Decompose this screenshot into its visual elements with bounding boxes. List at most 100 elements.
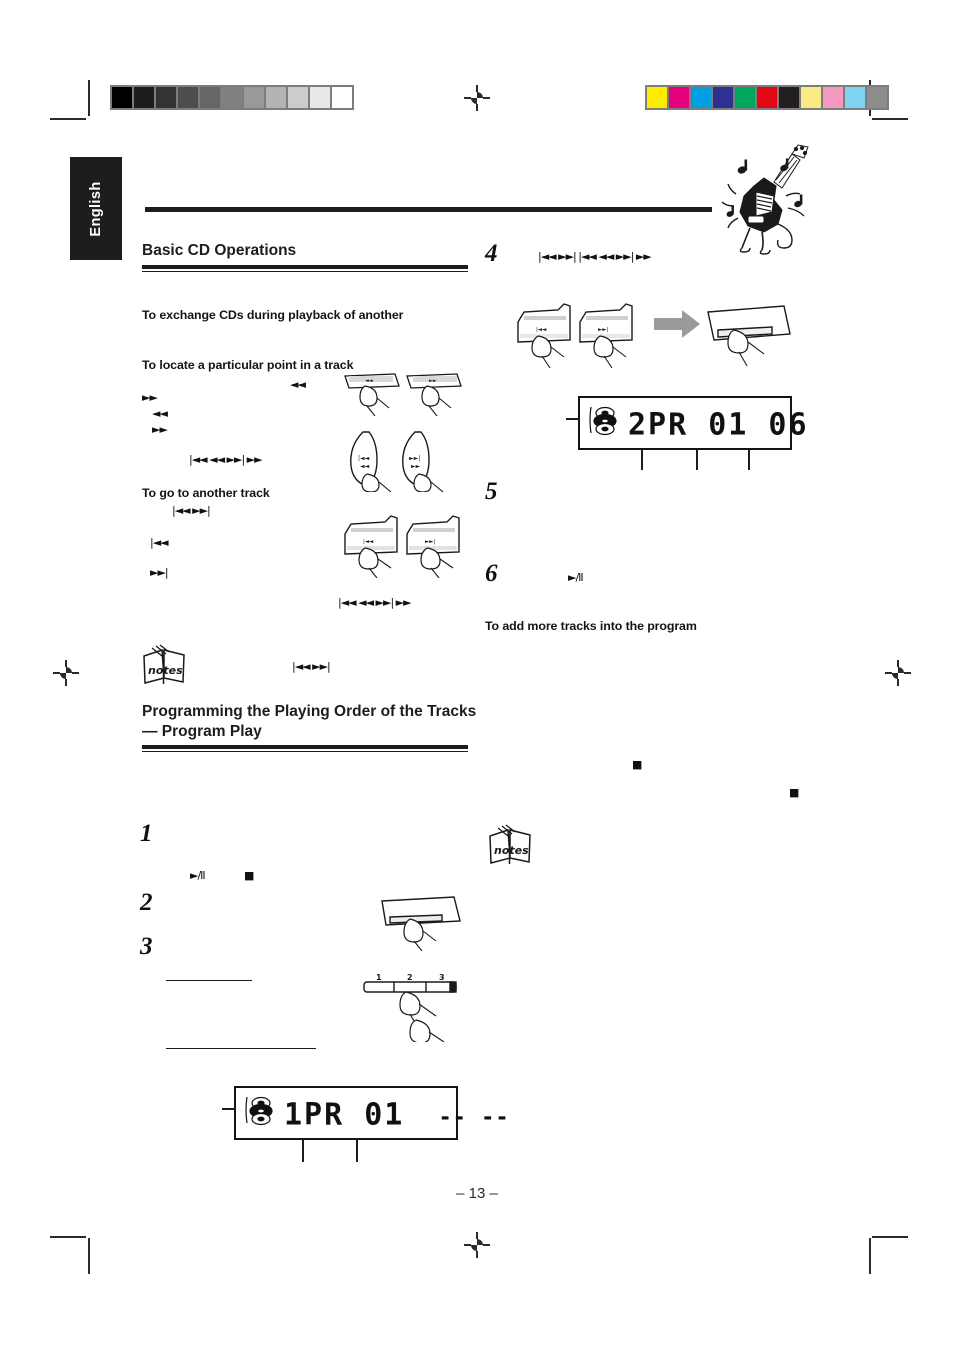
glyph-rewind-indent: ◄◄: [290, 378, 306, 391]
glyph-rewind-2: ◄◄: [152, 407, 168, 420]
color-patch-7: [801, 87, 821, 108]
notes-icon-label: notes: [494, 844, 529, 857]
color-patch-1: [669, 87, 689, 108]
svg-text:|◄◄: |◄◄: [536, 327, 547, 333]
svg-text:►►: ►►: [411, 463, 421, 470]
skip-to-program-illustration: |◄◄ ►►|: [506, 302, 794, 380]
lcd-leader-line-2c: [748, 450, 750, 470]
cd-changer-icon: [588, 404, 622, 436]
glyph-transport-quad-2: |◄◄ ◄◄ ►►| ►►: [338, 596, 412, 609]
subheading-add-tracks: To add more tracks into the program: [485, 619, 697, 633]
svg-text:|◄◄: |◄◄: [358, 455, 370, 462]
subheading-locate-point: To locate a particular point in a track: [142, 358, 354, 372]
gray-patch-3: [178, 87, 198, 108]
front-panel-buttons-illustration: ◄◄ ►►: [341, 370, 465, 417]
title-rule-thin: [142, 271, 468, 273]
title-rule-thick: [142, 265, 468, 269]
trim-mark-bottom-right-v: [869, 1238, 871, 1274]
glyph-next-track: ►►|: [150, 566, 169, 579]
trim-mark-right-h: [872, 118, 908, 120]
page-number: – 13 –: [456, 1185, 498, 1202]
gray-patch-7: [266, 87, 286, 108]
color-patch-10: [867, 87, 887, 108]
glyph-play-pause-step6: ►/II: [568, 571, 584, 584]
program-section-title-line1: Programming the Playing Order of the Tra…: [142, 703, 477, 720]
program-button-illustration: [378, 895, 466, 952]
step-number-4: 4: [485, 240, 498, 267]
glyph-stop-right-2: ■: [789, 786, 799, 799]
glyph-fastforward-1: ►►: [142, 391, 158, 404]
color-patch-2: [691, 87, 711, 108]
lcd-leader-line-2a: [641, 450, 643, 470]
glyph-stop-right-1: ■: [632, 758, 642, 771]
trim-mark-top-left-v: [88, 80, 90, 116]
trim-mark-bottom-left-h: [50, 1236, 86, 1238]
notes-icon: notes: [486, 822, 534, 866]
notes-icon: notes: [140, 642, 188, 686]
step-number-1: 1: [140, 820, 153, 847]
glyph-stop-step1: ■: [244, 869, 254, 882]
language-tab: English: [70, 157, 122, 260]
glyph-track-pair: |◄◄ ►►|: [172, 504, 211, 517]
glyph-step4-transports: |◄◄ ►►| |◄◄ ◄◄ ►►| ►►: [538, 250, 652, 263]
color-patch-4: [735, 87, 755, 108]
language-tab-label: English: [88, 181, 104, 237]
svg-text:3: 3: [439, 973, 445, 982]
remote-skip-buttons-illustration: |◄◄ ◄◄ ►►| ►►: [345, 430, 467, 493]
blank-rule-a: [166, 980, 252, 982]
trim-mark-bottom-left-v: [88, 1238, 90, 1274]
front-panel-skip-buttons-illustration: |◄◄ ►►|: [341, 512, 467, 579]
glyph-transport-quad-1: |◄◄ ◄◄ ►►| ►►: [189, 453, 263, 466]
step-number-2: 2: [140, 889, 153, 916]
gray-patch-5: [222, 87, 242, 108]
lcd-leader-line-1b: [356, 1140, 358, 1162]
lcd-display-program-first: 1PR 01 -- --: [234, 1086, 509, 1140]
color-patch-3: [713, 87, 733, 108]
guitar-illustration: [712, 140, 824, 256]
svg-text:►►|: ►►|: [409, 455, 420, 462]
cd-changer-icon: [244, 1094, 278, 1126]
color-patch-0: [647, 87, 667, 108]
gray-patch-1: [134, 87, 154, 108]
color-patch-5: [757, 87, 777, 108]
grayscale-calibration-bar: [110, 85, 354, 110]
color-patch-6: [779, 87, 799, 108]
page-title: Basic CD Operations: [142, 242, 297, 259]
step-number-3: 3: [140, 933, 153, 960]
program-section-title-line2: — Program Play: [142, 723, 262, 740]
svg-text:►►|: ►►|: [425, 539, 435, 545]
manual-page: English Basic CD Operations To exchange …: [0, 0, 954, 1352]
header-rule: [145, 207, 712, 212]
lcd-text-program-second: 2PR 01 06: [628, 407, 809, 443]
glyph-fastforward-2: ►►: [152, 423, 168, 436]
gray-patch-9: [310, 87, 330, 108]
svg-text:◄◄: ◄◄: [365, 378, 373, 384]
gray-patch-10: [332, 87, 352, 108]
registration-mark-right: [885, 660, 911, 686]
gray-patch-6: [244, 87, 264, 108]
notes-icon-label: notes: [148, 664, 183, 677]
glyph-play-pause-step1: ►/II: [190, 869, 206, 882]
trim-mark-left-h: [50, 118, 86, 120]
arrow-right-icon: [654, 310, 700, 338]
svg-text:◄◄: ◄◄: [360, 463, 370, 470]
program-title-rule-thick: [142, 745, 468, 749]
gray-patch-2: [156, 87, 176, 108]
lcd-display-program-second: 2PR 01 06: [578, 396, 807, 450]
gray-patch-8: [288, 87, 308, 108]
lcd-dashes-program-first: -- --: [438, 1105, 510, 1131]
registration-mark-bottom: [464, 1232, 490, 1258]
color-patch-8: [823, 87, 843, 108]
blank-rule-b: [166, 1048, 316, 1050]
lcd-text-program-first: 1PR 01: [284, 1097, 405, 1133]
registration-mark-top: [464, 85, 490, 111]
color-calibration-bar: [645, 85, 889, 110]
glyph-notes-pair: |◄◄ ►►|: [292, 660, 331, 673]
gray-patch-0: [112, 87, 132, 108]
svg-text:►►: ►►: [429, 378, 437, 384]
svg-text:1: 1: [376, 973, 382, 982]
step-number-6: 6: [485, 560, 498, 587]
svg-text:2: 2: [407, 973, 413, 982]
lcd-leader-line-2d: [566, 418, 580, 420]
lcd-leader-line-1a: [302, 1140, 304, 1162]
